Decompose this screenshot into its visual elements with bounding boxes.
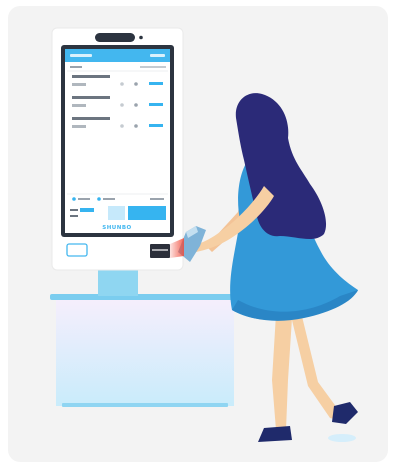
cart-button-secondary <box>108 206 125 220</box>
pay-button <box>128 206 166 220</box>
kiosk-stand <box>98 270 138 296</box>
floor-shadow <box>328 434 356 442</box>
camera-bar <box>95 33 135 42</box>
brand-text: SHUNBO <box>102 225 132 231</box>
self-service-kiosk-illustration: SHUNBO <box>8 6 388 462</box>
kiosk: SHUNBO <box>51 27 184 271</box>
illustration-scene: SHUNBO <box>0 0 396 468</box>
counter <box>50 294 238 407</box>
